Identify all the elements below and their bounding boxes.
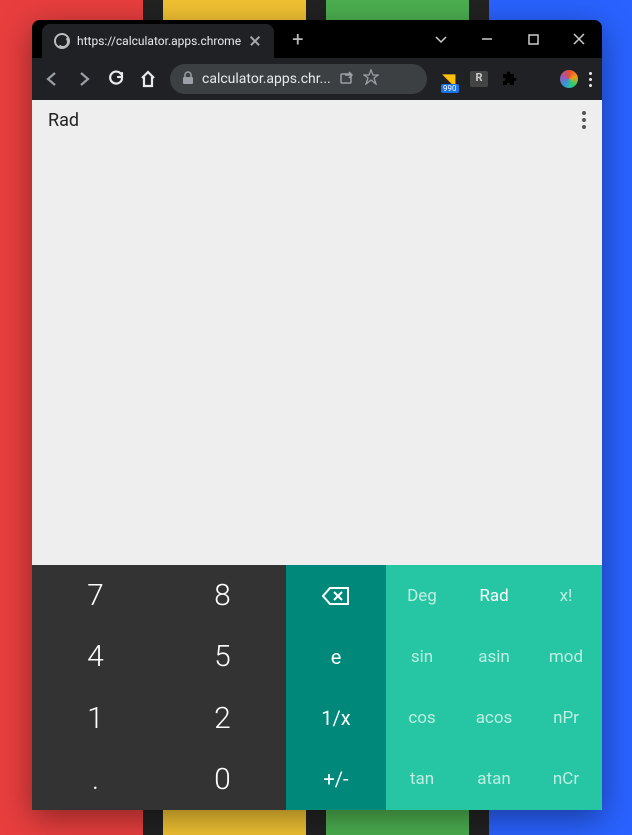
npr-button[interactable]: nPr: [530, 688, 602, 749]
sin-button[interactable]: sin: [386, 626, 458, 687]
calculator-header: Rad: [32, 100, 602, 140]
browser-toolbar: calculator.apps.chr... ◥ 990 R: [32, 58, 602, 100]
mod-button[interactable]: mod: [530, 626, 602, 687]
minimize-button[interactable]: [464, 21, 510, 57]
tab-search-button[interactable]: [418, 21, 464, 57]
lock-icon: [182, 70, 194, 89]
calculator-keypad: 7 8 4 5 1 2 . 0 e 1/x +/- Deg Rad x!: [32, 565, 602, 810]
new-tab-button[interactable]: +: [292, 27, 303, 51]
reciprocal-button[interactable]: 1/x: [286, 688, 386, 749]
number-pad: 7 8 4 5 1 2 . 0: [32, 565, 286, 810]
address-bar[interactable]: calculator.apps.chr...: [170, 64, 427, 94]
asin-button[interactable]: asin: [458, 626, 530, 687]
atan-button[interactable]: atan: [458, 749, 530, 810]
titlebar: https://calculator.apps.chrome +: [32, 20, 602, 58]
digit-5-button[interactable]: 5: [159, 626, 286, 687]
digit-2-button[interactable]: 2: [159, 688, 286, 749]
acos-button[interactable]: acos: [458, 688, 530, 749]
factorial-button[interactable]: x!: [530, 565, 602, 626]
bookmark-star-icon[interactable]: [363, 69, 379, 89]
calculator-display: [32, 140, 602, 565]
extension-badge: 990: [441, 84, 459, 93]
tan-button[interactable]: tan: [386, 749, 458, 810]
window-controls: [418, 21, 602, 57]
radians-button[interactable]: Rad: [458, 565, 530, 626]
extension-icons: ◥ 990 R: [439, 69, 592, 89]
digit-7-button[interactable]: 7: [32, 565, 159, 626]
color-extension-icon[interactable]: [559, 69, 579, 89]
close-tab-icon[interactable]: [248, 34, 262, 48]
home-button[interactable]: [138, 69, 158, 89]
url-text: calculator.apps.chr...: [202, 71, 331, 87]
degrees-button[interactable]: Deg: [386, 565, 458, 626]
calculator-menu-icon[interactable]: [582, 111, 586, 129]
browser-window: https://calculator.apps.chrome +: [32, 20, 602, 810]
digit-4-button[interactable]: 4: [32, 626, 159, 687]
page-content: Rad 7 8 4 5 1 2 . 0 e 1/x: [32, 100, 602, 810]
reload-button[interactable]: [106, 69, 126, 89]
rss-extension-icon[interactable]: ◥ 990: [439, 69, 459, 89]
extensions-puzzle-icon[interactable]: [499, 69, 519, 89]
operations-column: e 1/x +/-: [286, 565, 386, 810]
scientific-panel: Deg Rad x! sin asin mod cos acos nPr tan…: [386, 565, 602, 810]
playlist-extension-icon[interactable]: [529, 69, 549, 89]
angle-mode-label: Rad: [48, 110, 79, 131]
browser-menu-icon[interactable]: [589, 72, 592, 87]
back-button[interactable]: [42, 69, 62, 89]
ncr-button[interactable]: nCr: [530, 749, 602, 810]
globe-icon: [54, 33, 70, 49]
digit-8-button[interactable]: 8: [159, 565, 286, 626]
digit-0-button[interactable]: 0: [159, 749, 286, 810]
digit-1-button[interactable]: 1: [32, 688, 159, 749]
close-window-button[interactable]: [556, 21, 602, 57]
reader-extension-icon[interactable]: R: [469, 69, 489, 89]
tab-title: https://calculator.apps.chrome: [77, 34, 241, 48]
sign-toggle-button[interactable]: +/-: [286, 749, 386, 810]
euler-e-button[interactable]: e: [286, 626, 386, 687]
cos-button[interactable]: cos: [386, 688, 458, 749]
backspace-button[interactable]: [286, 565, 386, 626]
forward-button[interactable]: [74, 69, 94, 89]
share-icon[interactable]: [339, 69, 355, 89]
decimal-point-button[interactable]: .: [32, 749, 159, 810]
browser-tab[interactable]: https://calculator.apps.chrome: [42, 24, 274, 58]
maximize-button[interactable]: [510, 21, 556, 57]
